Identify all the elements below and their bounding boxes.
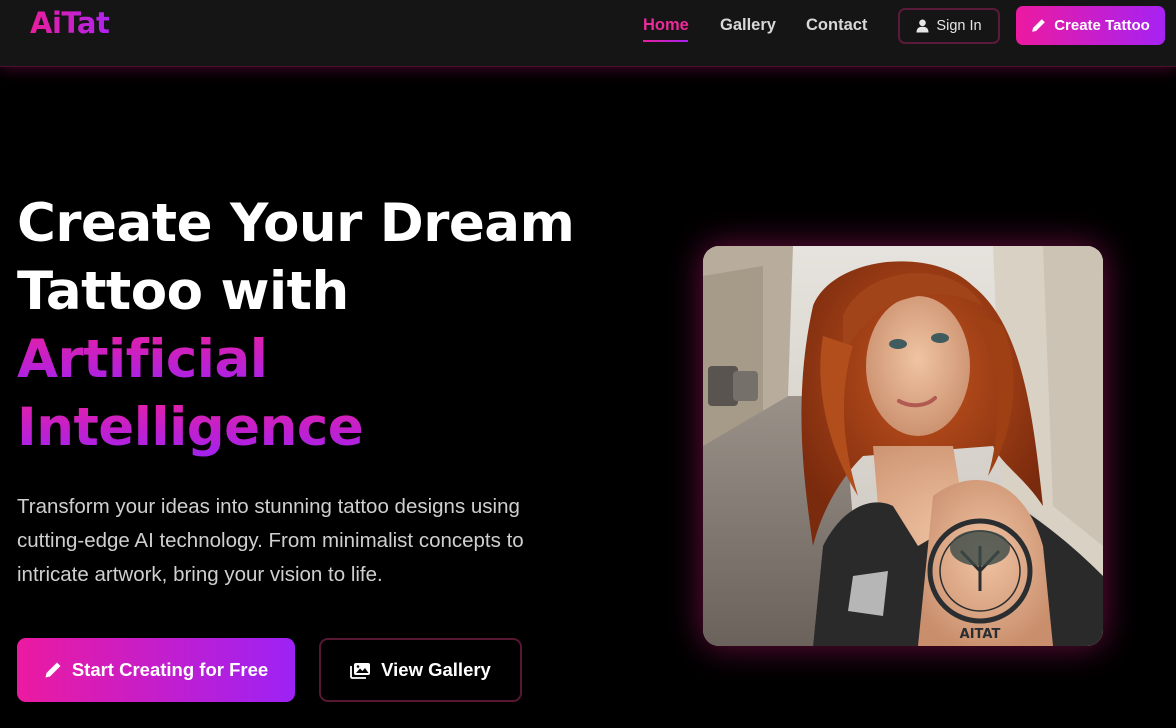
hero-title-highlight2: Intelligence [17,394,637,462]
hero-tattoo-image: AITAT [703,246,1103,646]
view-gallery-button[interactable]: View Gallery [319,638,522,702]
site-header: AiTat Home Gallery Contact Sign In Creat… [0,0,1176,67]
tattoo-inscription: AITAT [960,627,1001,642]
create-tattoo-label: Create Tattoo [1054,17,1150,34]
create-tattoo-button[interactable]: Create Tattoo [1016,6,1165,45]
user-icon [916,19,929,33]
pencil-icon [44,661,62,679]
sign-in-button[interactable]: Sign In [898,8,1000,44]
start-creating-label: Start Creating for Free [71,659,269,680]
hero-description: Transform your ideas into stunning tatto… [17,495,524,586]
view-gallery-label: View Gallery [381,659,491,680]
hero-title-line1: Create Your Dream [17,193,575,254]
hero-title-highlight1: Artificial [17,326,637,394]
nav-home[interactable]: Home [643,16,689,35]
logo[interactable]: AiTat [30,6,110,40]
nav-gallery[interactable]: Gallery [720,16,776,35]
images-icon [350,662,371,679]
sign-in-label: Sign In [936,18,982,34]
hero-title-line2: Tattoo with [17,261,349,322]
pencil-icon [1031,18,1046,33]
hero-title: Create Your Dream Tattoo with Artificial… [17,190,637,462]
start-creating-button[interactable]: Start Creating for Free [17,638,295,702]
nav-contact[interactable]: Contact [806,16,867,35]
nav-active-indicator [643,40,688,42]
